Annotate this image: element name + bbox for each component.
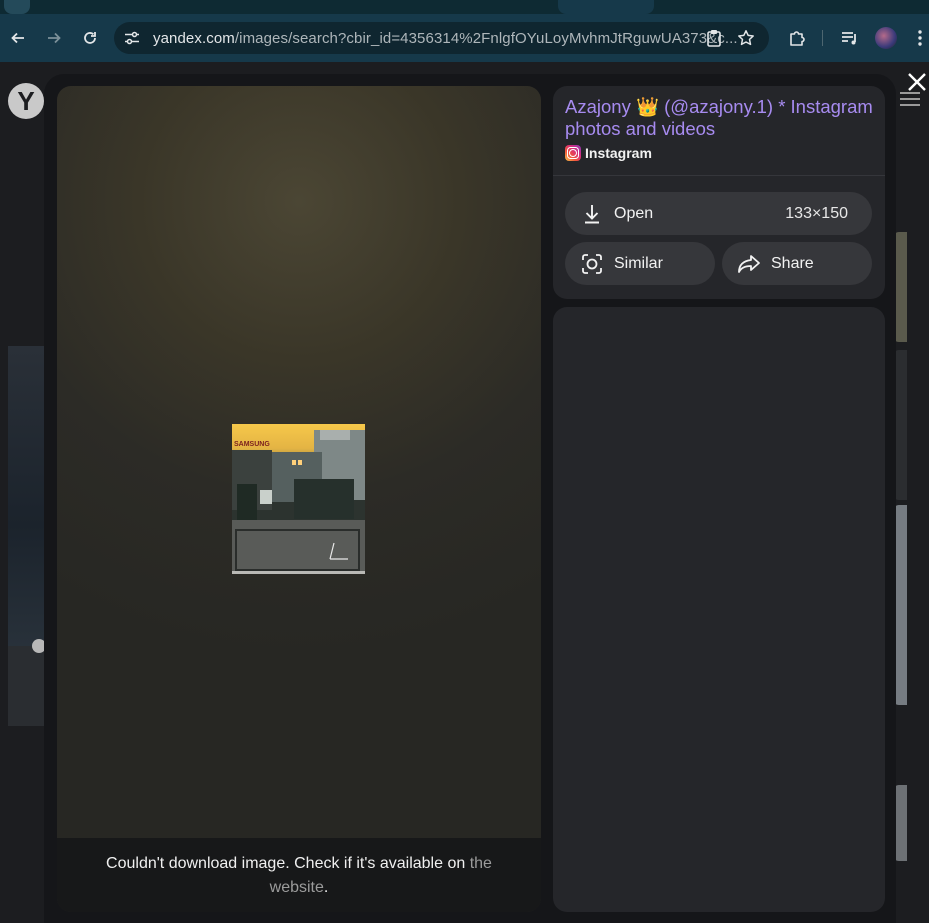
thumbnail-sign-text: SAMSUNG [234, 441, 270, 448]
share-button[interactable]: Share [722, 242, 872, 285]
result-thumbnail[interactable] [8, 346, 44, 646]
instagram-icon [565, 145, 581, 161]
download-error-message: Couldn't download image. Check if it's a… [106, 855, 492, 896]
forward-button[interactable] [42, 26, 66, 50]
tab-strip [0, 0, 929, 14]
arrow-left-icon [11, 32, 24, 44]
puzzle-icon [790, 31, 805, 46]
share-arrow-icon [737, 252, 761, 276]
profile-avatar[interactable] [875, 27, 897, 49]
back-button[interactable] [6, 26, 30, 50]
media-controls-button[interactable] [838, 26, 862, 50]
browser-tab[interactable] [657, 0, 767, 14]
result-thumbnail[interactable] [8, 646, 44, 726]
image-size: 133×150 [785, 204, 848, 222]
clipboard-icon[interactable] [706, 29, 722, 47]
share-label: Share [771, 254, 814, 272]
arrow-right-icon [48, 32, 61, 44]
browser-tab[interactable] [348, 0, 452, 14]
yandex-logo[interactable]: Y [8, 83, 44, 119]
similar-label: Similar [614, 254, 663, 272]
preview-thumbnail-image[interactable]: SAMSUNG [232, 424, 365, 574]
download-icon [580, 202, 604, 226]
source-page-title[interactable]: Azajony 👑 (@azajony.1) * Instagram photo… [565, 96, 875, 140]
reload-button[interactable] [78, 26, 102, 50]
kebab-menu-icon [918, 30, 922, 46]
browser-toolbar: yandex.com/images/search?cbir_id=4356314… [0, 14, 929, 62]
close-button[interactable] [906, 71, 928, 93]
image-info-card: Azajony 👑 (@azajony.1) * Instagram photo… [553, 86, 885, 299]
open-image-button[interactable]: Open 133×150 [565, 192, 872, 235]
source-site[interactable]: Instagram [565, 144, 652, 162]
card-divider [553, 175, 885, 176]
camera-search-icon [580, 252, 604, 276]
browser-tab[interactable] [246, 0, 344, 14]
browser-tab[interactable] [4, 0, 30, 14]
reload-icon [84, 32, 96, 44]
close-icon [908, 73, 926, 91]
hamburger-menu-icon[interactable] [900, 92, 920, 110]
site-info-icon[interactable] [124, 31, 140, 45]
related-content-panel [553, 307, 885, 912]
browser-menu-button[interactable] [910, 26, 929, 50]
browser-tab-active[interactable] [558, 0, 654, 14]
browser-tab[interactable] [34, 0, 139, 14]
source-site-label: Instagram [585, 145, 652, 161]
toolbar-divider [822, 30, 823, 46]
browser-tab[interactable] [142, 0, 242, 14]
bookmark-star-icon[interactable] [737, 29, 755, 47]
open-label: Open [614, 204, 654, 222]
similar-images-button[interactable]: Similar [565, 242, 715, 285]
address-bar[interactable]: yandex.com/images/search?cbir_id=4356314… [114, 22, 769, 54]
playlist-icon [842, 32, 856, 45]
url-text[interactable]: yandex.com/images/search?cbir_id=4356314… [153, 30, 738, 47]
extensions-button[interactable] [785, 26, 809, 50]
browser-tab[interactable] [456, 0, 556, 14]
